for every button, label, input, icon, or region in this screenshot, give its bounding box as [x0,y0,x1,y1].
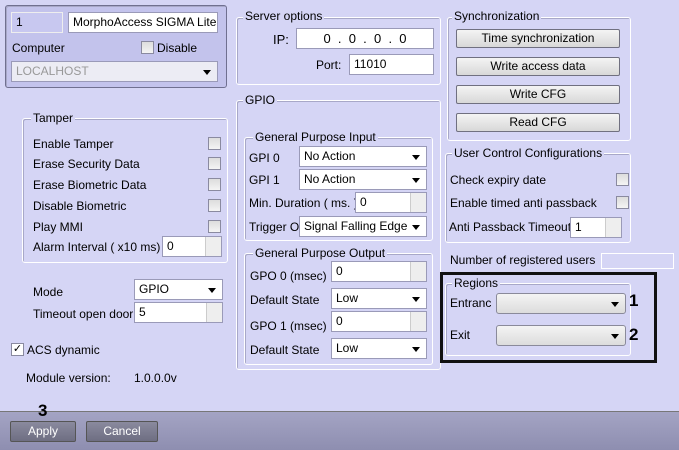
module-version-value: 1.0.0.0v [134,371,177,385]
timeout-label: Timeout open door [33,307,134,321]
acs-dynamic-checkbox[interactable]: ✓ [11,343,24,356]
device-id-field[interactable]: 1 [11,12,63,33]
tamper-item-label: Disable Biometric [33,199,127,213]
gpo0-value: 0 [336,264,343,278]
default-state1-select[interactable]: Low [331,338,427,359]
erase-security-checkbox[interactable] [208,157,221,170]
mode-select[interactable]: GPIO [134,279,223,300]
gpi1-select[interactable]: No Action [299,169,427,190]
write-access-data-button[interactable]: Write access data [456,57,620,76]
gpi0-label: GPI 0 [249,151,280,165]
tamper-item-label: Erase Security Data [33,157,140,171]
cancel-button[interactable]: Cancel [86,421,158,442]
read-cfg-button[interactable]: Read CFG [456,113,620,132]
gpo1-stepper[interactable]: 0 [331,311,427,332]
alarm-interval-stepper[interactable]: 0 [162,236,222,257]
default-state-label: Default State [250,343,320,357]
ip-label: IP: [273,32,289,47]
gpo1-value: 0 [336,314,343,328]
apply-button[interactable]: Apply [10,421,76,442]
alarm-interval-label: Alarm Interval ( x10 ms) [33,240,161,254]
exit-label: Exit [450,328,471,342]
entrance-region-select[interactable] [496,293,626,314]
disable-checkbox[interactable] [141,41,154,54]
gpo0-stepper[interactable]: 0 [331,261,427,282]
acs-dynamic-label: ACS dynamic [27,343,100,357]
user-control-title: User Control Configurations [452,146,605,160]
gpi0-select[interactable]: No Action [299,146,427,167]
tamper-item-label: Erase Biometric Data [33,178,147,192]
registered-users-label: Number of registered users [450,253,596,267]
module-version-label: Module version: [26,371,111,385]
antipassback-timeout-stepper[interactable]: 1 [570,217,622,238]
device-name-field[interactable]: MorphoAccess SIGMA Lite 1 [68,12,218,33]
callout-2: 2 [629,325,639,344]
timed-antipassback-label: Enable timed anti passback [450,196,597,210]
registered-users-field [601,253,674,269]
default-state0-select[interactable]: Low [331,288,427,309]
min-duration-value: 0 [360,195,367,209]
regions-title: Regions [452,276,501,290]
callout-3: 3 [38,401,48,420]
play-mmi-checkbox[interactable] [208,220,221,233]
gpo0-label: GPO 0 (msec) [250,269,327,283]
computer-label: Computer [12,41,65,55]
trigger-label: Trigger On [249,220,306,234]
tamper-item-label: Play MMI [33,220,84,234]
gpi1-label: GPI 1 [249,173,280,187]
min-duration-stepper[interactable]: 0 [355,192,427,213]
min-duration-label: Min. Duration ( ms. ) [249,196,358,210]
gpio-title: GPIO [243,93,278,107]
exit-region-select[interactable] [496,325,626,346]
antipassback-timeout-value: 1 [575,220,582,234]
server-options-title: Server options [243,9,325,23]
enable-tamper-checkbox[interactable] [208,137,221,150]
check-expiry-label: Check expiry date [450,173,547,187]
gpo1-label: GPO 1 (msec) [250,319,327,333]
sync-title: Synchronization [452,9,542,23]
time-sync-button[interactable]: Time synchronization [456,29,620,48]
default-state-label: Default State [250,293,320,307]
mode-label: Mode [33,285,64,299]
callout-1: 1 [629,291,639,310]
gpo-title: General Purpose Output [253,246,388,260]
tamper-item-label: Enable Tamper [33,137,114,151]
alarm-value: 0 [167,239,174,253]
timed-antipassback-checkbox[interactable] [616,196,629,209]
trigger-select[interactable]: Signal Falling Edge [299,216,427,237]
computer-select[interactable]: LOCALHOST [11,61,218,82]
check-expiry-checkbox[interactable] [616,173,629,186]
erase-biometric-checkbox[interactable] [208,178,221,191]
port-label: Port: [316,58,342,72]
write-cfg-button[interactable]: Write CFG [456,85,620,104]
timeout-stepper[interactable]: 5 [134,302,223,323]
gpi-title: General Purpose Input [253,130,378,144]
ip-field[interactable]: 0 . 0 . 0 . 0 [296,28,434,49]
disable-label: Disable [157,41,198,55]
entrance-label: Entranc [450,296,492,310]
antipassback-timeout-label: Anti Passback Timeout(s) [449,220,586,234]
port-field[interactable]: 11010 [349,54,434,75]
timeout-value: 5 [139,305,146,319]
disable-biometric-checkbox[interactable] [208,199,221,212]
tamper-title: Tamper [31,111,76,125]
